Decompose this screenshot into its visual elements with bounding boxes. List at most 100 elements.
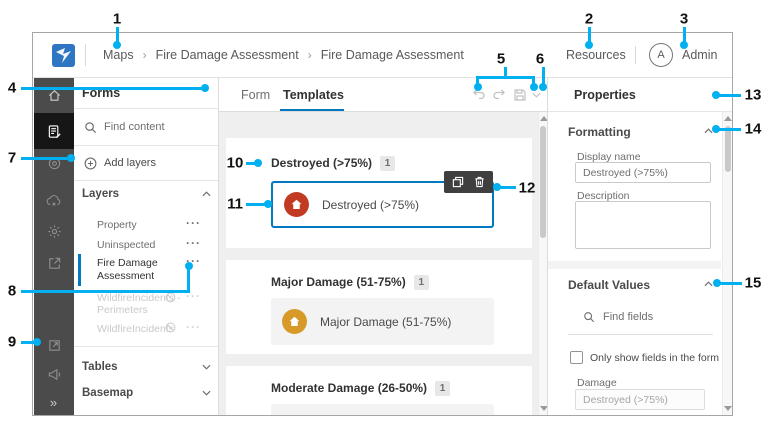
- template-group-moderate: Moderate Damage (26-50%) 1 Moderate Damag…: [226, 366, 532, 416]
- delete-trash-icon[interactable]: [474, 176, 485, 188]
- user-menu[interactable]: Admin: [682, 33, 717, 77]
- sharing-icon[interactable]: [34, 248, 74, 278]
- default-values-section-header[interactable]: Default Values: [568, 278, 650, 292]
- add-layers-button[interactable]: Add layers: [74, 146, 218, 181]
- tables-section-header[interactable]: Tables: [82, 361, 118, 373]
- layers-section-header[interactable]: Layers: [82, 188, 119, 200]
- callout-12-line: [499, 185, 516, 189]
- annotated-screenshot: Maps › Fire Damage Assessment › Fire Damage …: [0, 0, 773, 423]
- callout-3: 3: [679, 10, 689, 28]
- callout-9: 9: [7, 333, 17, 351]
- moderate-damage-symbol-icon[interactable]: [282, 415, 307, 416]
- find-content-search[interactable]: Find content: [74, 109, 218, 146]
- selected-layer-indicator: [78, 254, 81, 286]
- breadcrumb-maps[interactable]: Maps: [103, 48, 134, 62]
- feedback-megaphone-icon[interactable]: [34, 359, 74, 389]
- tab-templates[interactable]: Templates: [283, 78, 344, 112]
- tab-form[interactable]: Form: [241, 78, 270, 112]
- search-icon: [583, 311, 595, 323]
- add-layers-label: Add layers: [104, 157, 156, 169]
- callout-15-line: [719, 281, 742, 285]
- redo-icon[interactable]: [492, 88, 506, 101]
- callout-4: 4: [7, 79, 17, 97]
- home-icon[interactable]: [34, 80, 74, 110]
- forms-icon[interactable]: [34, 116, 74, 146]
- header-divider: [635, 46, 636, 64]
- callout-1-dot: [113, 41, 121, 49]
- destroyed-symbol-icon[interactable]: [284, 192, 309, 217]
- damage-value-input[interactable]: [575, 389, 705, 410]
- basemap-section-header[interactable]: Basemap: [82, 387, 133, 399]
- save-menu-chevron-icon[interactable]: [532, 92, 541, 98]
- callout-6-dot: [539, 83, 547, 91]
- description-textarea[interactable]: [575, 201, 711, 249]
- layer-item-wildfire-perimeters-line2[interactable]: Perimeters: [97, 304, 148, 316]
- properties-panel: Properties Formatting Display name Descr…: [547, 78, 732, 415]
- callout-5-bracket: [476, 76, 535, 79]
- breadcrumb-map-name[interactable]: Fire Damage Assessment: [156, 48, 299, 62]
- duplicate-icon[interactable]: [452, 176, 464, 188]
- properties-header: Properties: [548, 78, 732, 112]
- expand-rail-icon[interactable]: »: [34, 387, 74, 415]
- tab-bar: Form Templates: [219, 78, 547, 112]
- template-count-badge: 1: [413, 275, 429, 290]
- more-options-icon[interactable]: ···: [186, 216, 201, 230]
- geofences-icon[interactable]: [34, 148, 74, 178]
- chevron-up-icon[interactable]: [704, 281, 713, 287]
- avatar[interactable]: A: [649, 43, 673, 67]
- callout-4-dot: [201, 84, 209, 92]
- group-title: Moderate Damage (26-50%) 1: [271, 381, 451, 396]
- layer-item-uninspected[interactable]: Uninspected: [97, 239, 155, 251]
- more-options-icon[interactable]: ···: [186, 320, 201, 334]
- only-show-fields-checkbox[interactable]: [570, 351, 583, 364]
- search-icon: [84, 121, 97, 134]
- chevron-down-icon[interactable]: [202, 390, 211, 396]
- templates-scrollbar[interactable]: [538, 112, 548, 415]
- search-underline: [568, 334, 713, 335]
- callout-9-dot: [33, 338, 41, 346]
- callout-7-dot: [67, 154, 75, 162]
- properties-scrollbar[interactable]: [722, 112, 732, 415]
- callout-10: 10: [226, 154, 244, 172]
- not-allowed-icon: [165, 322, 176, 333]
- callout-2-dot: [585, 41, 593, 49]
- more-options-icon[interactable]: ···: [186, 236, 201, 250]
- expand-glyph: »: [49, 394, 59, 410]
- find-fields-placeholder[interactable]: Find fields: [603, 311, 653, 323]
- template-card-major[interactable]: Major Damage (51-75%): [271, 298, 494, 345]
- callout-14-line: [718, 127, 741, 131]
- scrollbar-thumb[interactable]: [725, 126, 731, 172]
- launch-icon[interactable]: [34, 330, 74, 360]
- template-count-badge: 1: [435, 381, 451, 396]
- forms-panel-header: Forms: [74, 78, 218, 109]
- callout-13-line: [718, 93, 741, 97]
- scroll-down-arrow[interactable]: [724, 406, 732, 411]
- header-divider: [85, 44, 86, 66]
- display-name-input[interactable]: [575, 162, 711, 183]
- layer-item-wildfire-incidents[interactable]: WildfireIncidents: [97, 323, 174, 335]
- save-icon[interactable]: [513, 88, 527, 102]
- template-card-label: Major Damage (51-75%): [320, 314, 452, 329]
- resources-link[interactable]: Resources: [566, 33, 626, 77]
- chevron-down-icon[interactable]: [202, 364, 211, 370]
- damage-field-label: Damage: [577, 377, 617, 389]
- offline-areas-icon[interactable]: [34, 185, 74, 215]
- settings-gear-icon[interactable]: [34, 216, 74, 246]
- damage-field-wrap: [575, 389, 705, 410]
- chevron-up-icon[interactable]: [202, 191, 211, 197]
- layer-item-fire-damage-line2[interactable]: Assessment: [97, 270, 154, 282]
- major-damage-symbol-icon[interactable]: [282, 309, 307, 334]
- formatting-section-header[interactable]: Formatting: [568, 125, 631, 139]
- not-allowed-icon: [165, 292, 176, 303]
- scrollbar-thumb[interactable]: [540, 126, 546, 238]
- layer-item-property[interactable]: Property: [97, 219, 137, 231]
- description-field-wrap: [575, 201, 711, 249]
- plus-circle-icon: [84, 157, 97, 170]
- left-icon-rail: »: [34, 78, 74, 415]
- group-title-text: Moderate Damage (26-50%): [271, 381, 428, 395]
- callout-8-dot: [184, 262, 193, 270]
- template-card-moderate[interactable]: Moderate Damage (26-50%): [271, 404, 494, 416]
- top-header: Maps › Fire Damage Assessment › Fire Damage …: [33, 33, 732, 78]
- layer-item-fire-damage-line1[interactable]: Fire Damage: [97, 257, 158, 269]
- scroll-up-arrow[interactable]: [724, 116, 732, 121]
